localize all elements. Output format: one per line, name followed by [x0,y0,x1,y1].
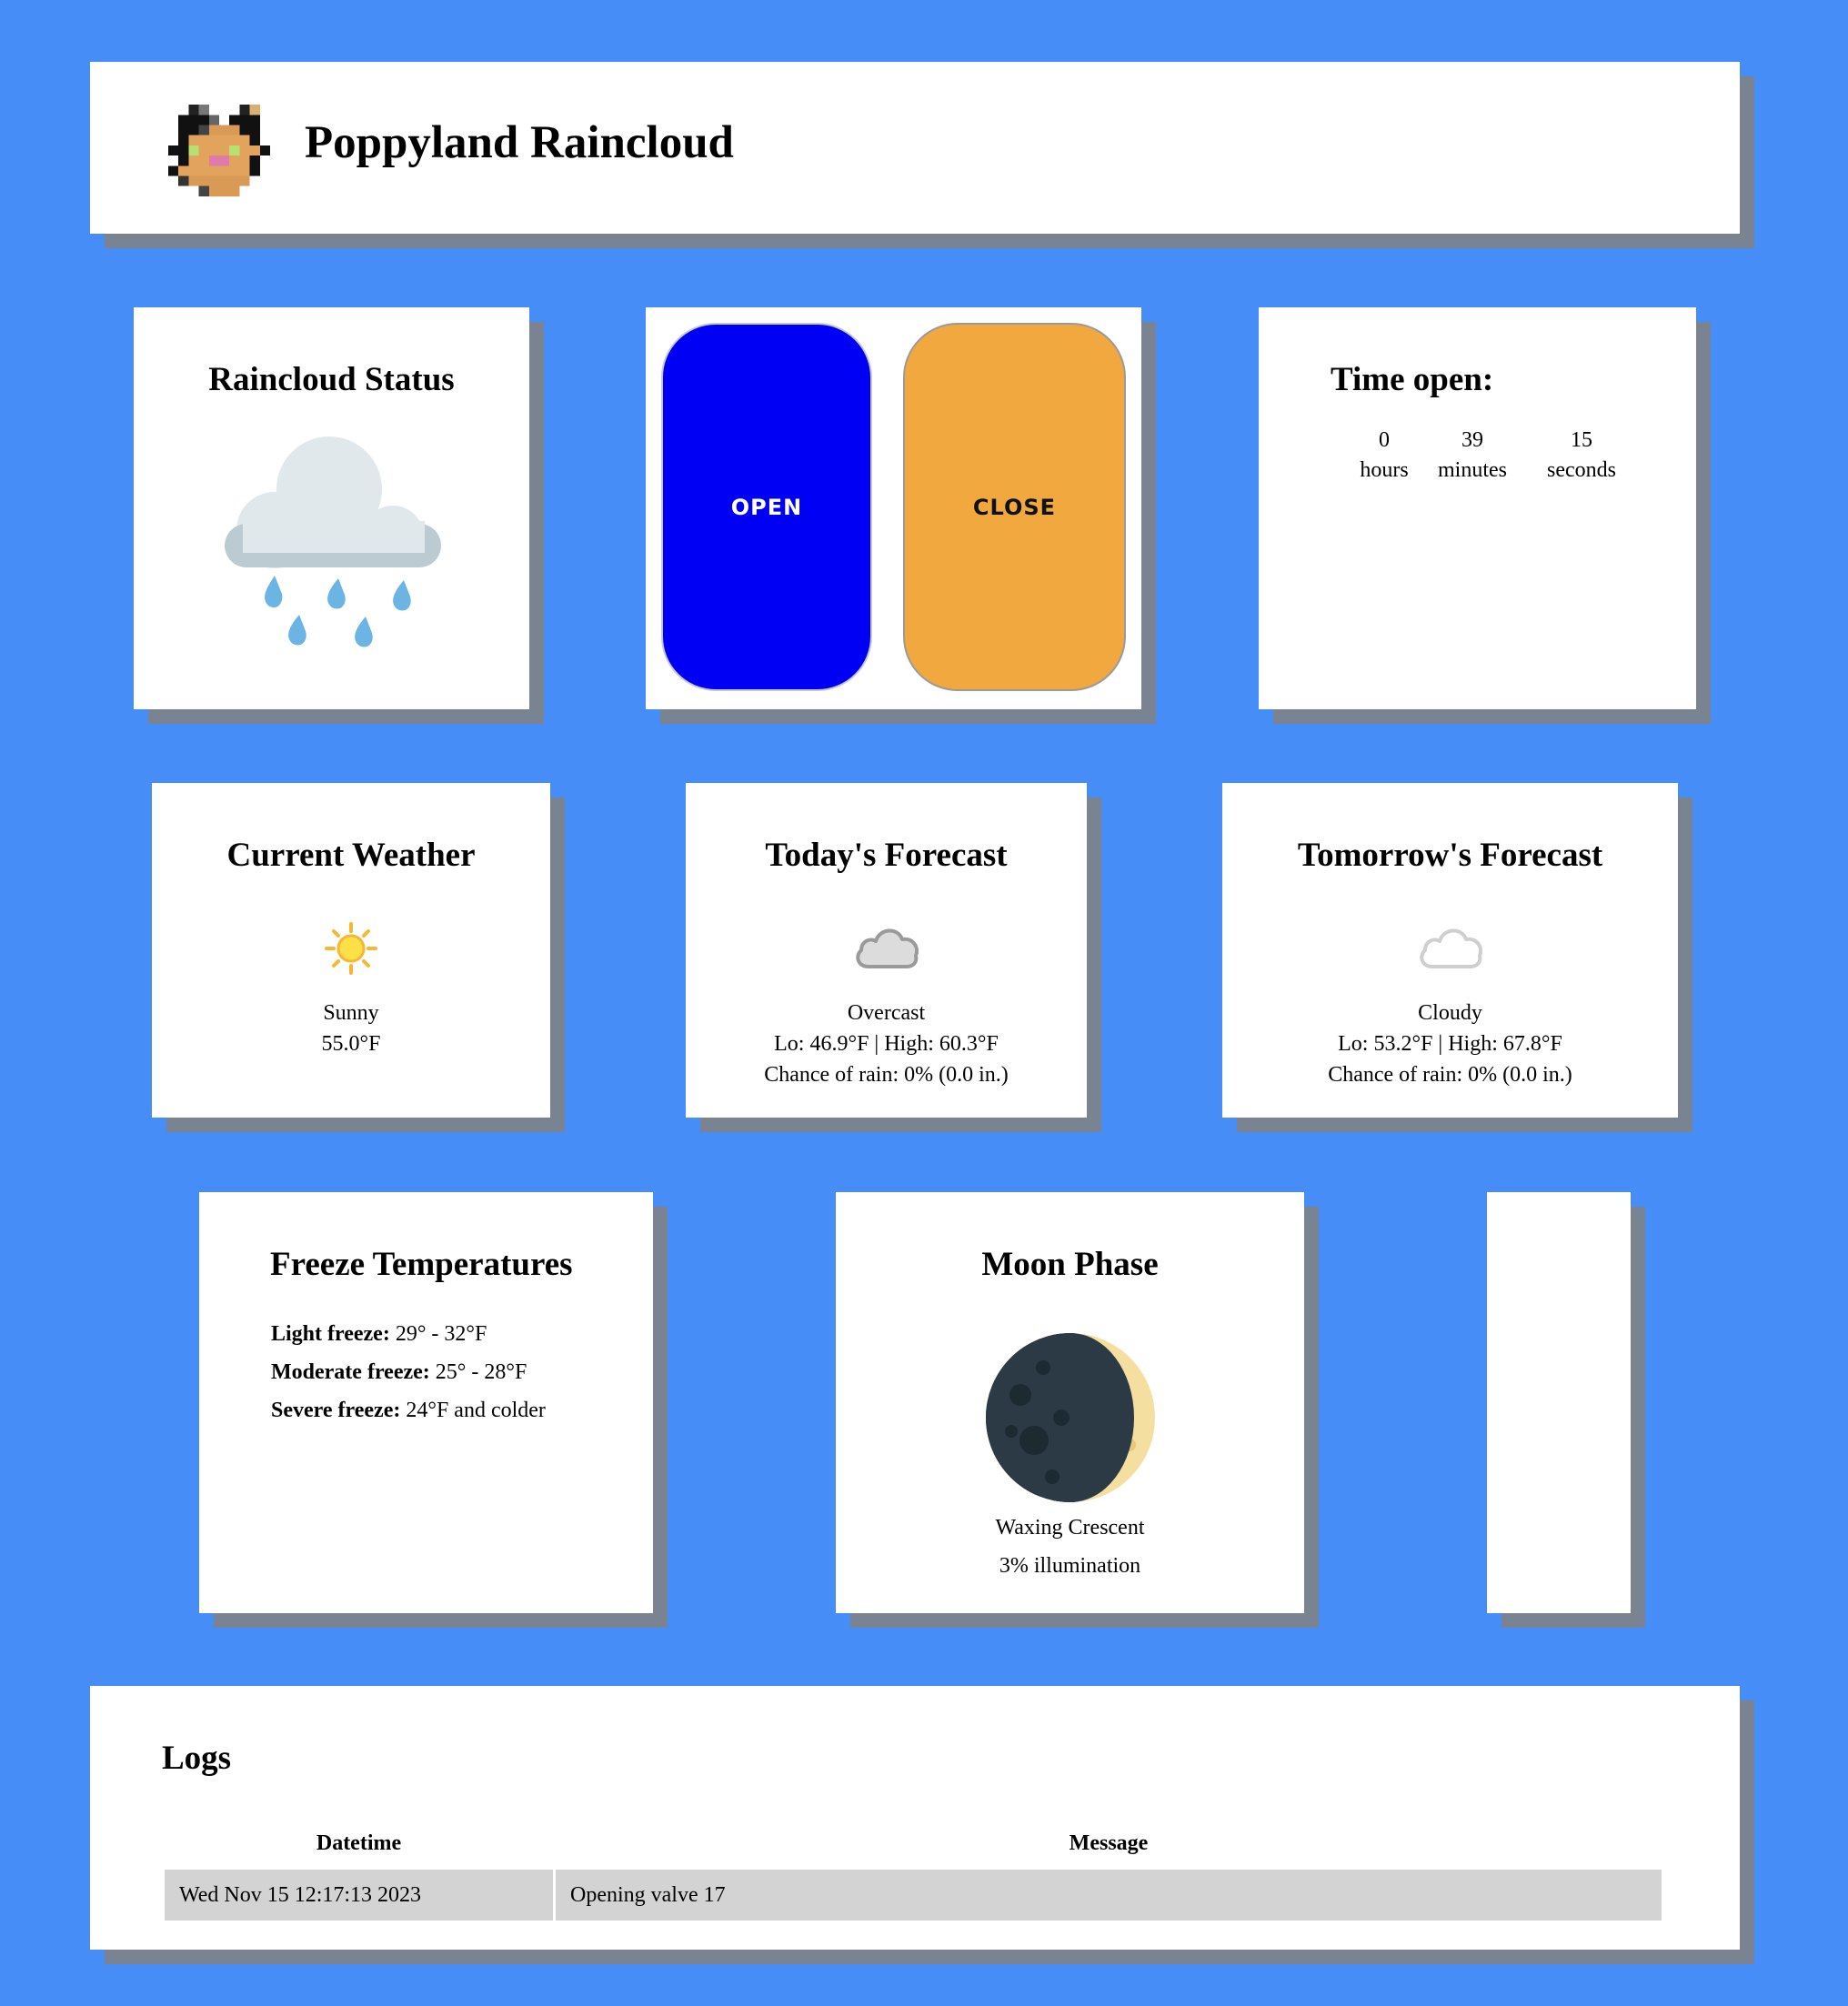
seconds-value: 15 [1571,428,1592,452]
waxing-crescent-moon-icon [986,1333,1155,1502]
light-freeze-row: Light freeze: 29° - 32°F [271,1322,487,1347]
hours-label: hours [1360,458,1409,482]
light-freeze-label: Light freeze: [271,1322,390,1346]
tomorrow-condition: Cloudy [1418,1001,1482,1025]
cloud-outline-icon [1419,928,1482,968]
logs-card: Logs Datetime Message Wed Nov 15 12:17:1… [90,1686,1740,1950]
today-forecast-title: Today's Forecast [765,837,1008,874]
seconds-counter: 15 seconds [1532,426,1632,486]
table-row: Wed Nov 15 12:17:13 2023 Opening valve 1… [165,1870,1662,1921]
cloud-icon [855,928,919,968]
logs-title: Logs [162,1740,232,1777]
column-header-datetime: Datetime [316,1830,402,1855]
current-weather-title: Current Weather [226,837,476,874]
logs-table: Datetime Message Wed Nov 15 12:17:13 202… [162,1817,1664,1923]
seconds-label: seconds [1547,458,1616,482]
app-title: Poppyland Raincloud [305,117,734,168]
tomorrow-rain-chance: Chance of rain: 0% (0.0 in.) [1328,1063,1572,1087]
header-card: Poppyland Raincloud [90,62,1740,234]
current-weather-card: Current Weather Sunny 55.0°F [152,783,550,1118]
pixel-cat-logo-icon [168,105,270,196]
sun-icon [325,922,377,975]
freeze-temperatures-title: Freeze Temperatures [270,1246,573,1283]
raincloud-status-title: Raincloud Status [208,361,455,398]
current-condition: Sunny [323,1001,379,1025]
hours-value: 0 [1379,428,1390,452]
open-button[interactable]: OPEN [661,323,872,691]
tomorrow-temperature-range: Lo: 53.2°F | High: 67.8°F [1338,1032,1562,1056]
tomorrow-forecast-title: Tomorrow's Forecast [1297,837,1603,874]
today-condition: Overcast [847,1001,926,1025]
hours-counter: 0 hours [1348,426,1421,486]
time-open-title: Time open: [1331,361,1494,398]
rain-cloud-icon [225,436,441,647]
moon-phase-name: Waxing Crescent [995,1516,1145,1540]
light-freeze-value: 29° - 32°F [389,1322,487,1346]
time-open-card: Time open: 0 hours 39 minutes 15 seconds [1259,307,1696,709]
column-header-message: Message [1069,1830,1149,1855]
moderate-freeze-row: Moderate freeze: 25° - 28°F [271,1360,527,1385]
logs-header-row: Datetime Message [165,1820,1662,1867]
log-message-cell: Opening valve 17 [556,1870,1662,1921]
moon-phase-title: Moon Phase [981,1246,1159,1283]
severe-freeze-value: 24°F and colder [400,1399,546,1422]
log-datetime-cell: Wed Nov 15 12:17:13 2023 [165,1870,553,1921]
minutes-label: minutes [1438,458,1507,482]
today-temperature-range: Lo: 46.9°F | High: 60.3°F [774,1032,999,1056]
moderate-freeze-value: 25° - 28°F [429,1360,527,1384]
minutes-counter: 39 minutes [1422,426,1522,486]
close-button[interactable]: CLOSE [903,323,1126,691]
severe-freeze-row: Severe freeze: 24°F and colder [271,1399,546,1423]
current-temperature: 55.0°F [321,1032,381,1056]
freeze-temperatures-card: Freeze Temperatures Light freeze: 29° - … [199,1192,653,1613]
today-forecast-card: Today's Forecast Overcast Lo: 46.9°F | H… [686,783,1087,1118]
moon-phase-card: Moon Phase Waxing Crescent 3% illuminati… [836,1192,1304,1613]
moon-illumination: 3% illumination [999,1554,1141,1578]
valve-controls-card: OPEN CLOSE [646,307,1141,709]
minutes-value: 39 [1461,428,1483,452]
severe-freeze-label: Severe freeze: [271,1399,401,1422]
empty-card [1487,1192,1631,1613]
raincloud-status-card: Raincloud Status [134,307,529,709]
today-rain-chance: Chance of rain: 0% (0.0 in.) [764,1063,1009,1087]
moderate-freeze-label: Moderate freeze: [271,1360,430,1384]
tomorrow-forecast-card: Tomorrow's Forecast Cloudy Lo: 53.2°F | … [1222,783,1678,1118]
